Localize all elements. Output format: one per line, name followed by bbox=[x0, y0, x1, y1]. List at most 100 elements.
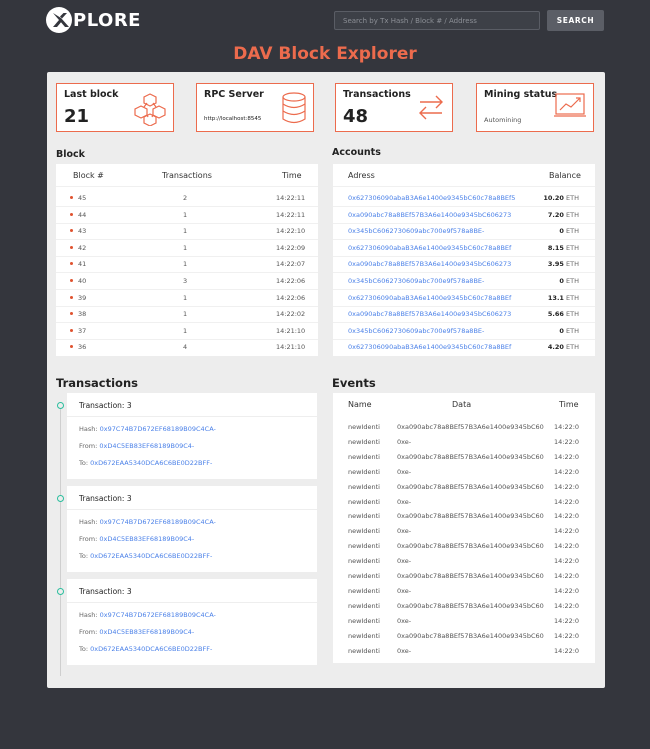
block-number: 36 bbox=[78, 343, 87, 352]
event-data-link[interactable]: 0xa090abc78a8BEf57B3A6e1400e9345bC60 bbox=[397, 483, 549, 491]
table-row[interactable]: 44 1 14:22:11 bbox=[56, 207, 318, 224]
event-data-link[interactable]: 0xa090abc78a8BEf57B3A6e1400e9345bC60 bbox=[397, 453, 549, 461]
tx-hash-line: Hash: 0x97C74B7D672EF68189B09C4CA- bbox=[79, 611, 216, 619]
table-row[interactable]: newIdenti 0xa090abc78a8BEf57B3A6e1400e934… bbox=[333, 629, 595, 643]
event-time: 14:22:0 bbox=[554, 423, 580, 431]
balance-value: 8.15 bbox=[547, 243, 564, 252]
balance-value: 7.20 bbox=[547, 210, 564, 219]
table-row[interactable]: 0x627306090abaB3A6e1400e9345bC60c78a8BEf… bbox=[333, 290, 595, 307]
account-address-link[interactable]: 0x627306090abaB3A6e1400e9345bC60c78a8BEf bbox=[348, 343, 536, 351]
account-address-link[interactable]: 0xa090abc78a8BEf57B3A6e1400e9345bC606273 bbox=[348, 211, 536, 219]
table-row[interactable]: newIdenti 0xe- 14:22:0 bbox=[333, 465, 595, 479]
table-row[interactable]: 45 2 14:22:11 bbox=[56, 190, 318, 207]
balance-unit: ETH bbox=[566, 243, 579, 252]
transactions-section-title: Transactions bbox=[56, 376, 138, 390]
xplore-logo[interactable]: PLORE bbox=[46, 7, 141, 33]
transaction-card[interactable]: Transaction: 3 Hash: 0x97C74B7D672EF68189… bbox=[67, 579, 317, 665]
timeline-line bbox=[60, 406, 61, 676]
event-data-link[interactable]: 0xe- bbox=[397, 617, 549, 625]
account-address-link[interactable]: 0x627306090abaB3A6e1400e9345bC60c78a8BEf bbox=[348, 244, 536, 252]
block-tx-count: 1 bbox=[183, 243, 188, 252]
table-row[interactable]: 43 1 14:22:10 bbox=[56, 223, 318, 241]
table-row[interactable]: 38 1 14:22:02 bbox=[56, 306, 318, 324]
event-data-link[interactable]: 0xe- bbox=[397, 438, 549, 446]
account-address-link[interactable]: 0x345bC6062730609abc700e9f578a8BE- bbox=[348, 327, 536, 335]
tx-to-link[interactable]: 0xD672EAA5340DCA6C6BE0D22BFF- bbox=[90, 552, 212, 560]
event-data-link[interactable]: 0xe- bbox=[397, 468, 549, 476]
block-time: 14:21:10 bbox=[276, 326, 306, 335]
event-data-link[interactable]: 0xe- bbox=[397, 647, 549, 655]
tx-from-link[interactable]: 0xD4C5EB83EF68189B09C4- bbox=[99, 628, 194, 636]
table-row[interactable]: 42 1 14:22:09 bbox=[56, 240, 318, 257]
table-row[interactable]: newIdenti 0xe- 14:22:0 bbox=[333, 614, 595, 628]
tx-to-link[interactable]: 0xD672EAA5340DCA6C6BE0D22BFF- bbox=[90, 645, 212, 653]
table-row[interactable]: newIdenti 0xa090abc78a8BEf57B3A6e1400e934… bbox=[333, 539, 595, 553]
table-row[interactable]: 0x345bC6062730609abc700e9f578a8BE- 0 ETH bbox=[333, 323, 595, 340]
table-row[interactable]: 0xa090abc78a8BEf57B3A6e1400e9345bC606273… bbox=[333, 207, 595, 224]
status-dot bbox=[70, 212, 73, 216]
event-data-link[interactable]: 0xa090abc78a8BEf57B3A6e1400e9345bC60 bbox=[397, 512, 549, 520]
event-time: 14:22:0 bbox=[554, 437, 580, 446]
tx-hash-link[interactable]: 0x97C74B7D672EF68189B09C4CA- bbox=[100, 425, 216, 433]
table-row[interactable]: newIdenti 0xe- 14:22:0 bbox=[333, 644, 595, 658]
table-row[interactable]: 0xa090abc78a8BEf57B3A6e1400e9345bC606273… bbox=[333, 256, 595, 274]
event-name: newIdenti bbox=[348, 527, 380, 536]
account-address-link[interactable]: 0xa090abc78a8BEf57B3A6e1400e9345bC606273 bbox=[348, 310, 536, 318]
table-row[interactable]: newIdenti 0xe- 14:22:0 bbox=[333, 554, 595, 568]
tx-to-label: To: bbox=[79, 552, 89, 560]
table-row[interactable]: 36 4 14:21:10 bbox=[56, 339, 318, 355]
table-row[interactable]: 41 1 14:22:07 bbox=[56, 256, 318, 274]
account-balance: 0 ETH bbox=[559, 227, 579, 235]
transaction-card[interactable]: Transaction: 3 Hash: 0x97C74B7D672EF68189… bbox=[67, 486, 317, 572]
event-data-link[interactable]: 0xa090abc78a8BEf57B3A6e1400e9345bC60 bbox=[397, 632, 549, 640]
table-row[interactable]: 0x627306090abaB3A6e1400e9345bC60c78a8BEf… bbox=[333, 190, 595, 207]
table-row[interactable]: newIdenti 0xa090abc78a8BEf57B3A6e1400e934… bbox=[333, 480, 595, 494]
table-row[interactable]: 0xa090abc78a8BEf57B3A6e1400e9345bC606273… bbox=[333, 306, 595, 324]
event-data-link[interactable]: 0xe- bbox=[397, 498, 549, 506]
block-time: 14:22:02 bbox=[276, 310, 306, 319]
tx-hash-link[interactable]: 0x97C74B7D672EF68189B09C4CA- bbox=[100, 611, 216, 619]
search-input[interactable] bbox=[334, 11, 540, 30]
table-row[interactable]: 0x627306090abaB3A6e1400e9345bC60c78a8BEf… bbox=[333, 339, 595, 355]
event-data-link[interactable]: 0xa090abc78a8BEf57B3A6e1400e9345bC60 bbox=[397, 602, 549, 610]
account-address-link[interactable]: 0x345bC6062730609abc700e9f578a8BE- bbox=[348, 227, 536, 235]
table-row[interactable]: newIdenti 0xa090abc78a8BEf57B3A6e1400e934… bbox=[333, 420, 595, 434]
table-row[interactable]: newIdenti 0xa090abc78a8BEf57B3A6e1400e934… bbox=[333, 509, 595, 523]
main-panel: Last block 21 RPC Server http://localhos… bbox=[47, 72, 605, 688]
event-data-link[interactable]: 0xe- bbox=[397, 557, 549, 565]
tx-from-link[interactable]: 0xD4C5EB83EF68189B09C4- bbox=[99, 442, 194, 450]
event-data-link[interactable]: 0xe- bbox=[397, 527, 549, 535]
account-address-link[interactable]: 0xa090abc78a8BEf57B3A6e1400e9345bC606273 bbox=[348, 260, 536, 268]
search-button[interactable]: SEARCH bbox=[547, 10, 604, 31]
tx-to-link[interactable]: 0xD672EAA5340DCA6C6BE0D22BFF- bbox=[90, 459, 212, 467]
account-address-link[interactable]: 0x627306090abaB3A6e1400e9345bC60c78a8BEf bbox=[348, 294, 536, 302]
event-data-link[interactable]: 0xa090abc78a8BEf57B3A6e1400e9345bC60 bbox=[397, 423, 549, 431]
transaction-card[interactable]: Transaction: 3 Hash: 0x97C74B7D672EF68189… bbox=[67, 393, 317, 479]
event-time: 14:22:0 bbox=[554, 497, 580, 506]
table-row[interactable]: newIdenti 0xe- 14:22:0 bbox=[333, 524, 595, 538]
table-row[interactable]: newIdenti 0xa090abc78a8BEf57B3A6e1400e934… bbox=[333, 569, 595, 583]
event-time: 14:22:0 bbox=[554, 542, 580, 551]
table-row[interactable]: 39 1 14:22:06 bbox=[56, 290, 318, 307]
table-row[interactable]: 0x345bC6062730609abc700e9f578a8BE- 0 ETH bbox=[333, 273, 595, 290]
table-row[interactable]: newIdenti 0xe- 14:22:0 bbox=[333, 584, 595, 598]
account-address-link[interactable]: 0x345bC6062730609abc700e9f578a8BE- bbox=[348, 277, 536, 285]
tx-hash-link[interactable]: 0x97C74B7D672EF68189B09C4CA- bbox=[100, 518, 216, 526]
table-row[interactable]: 0x345bC6062730609abc700e9f578a8BE- 0 ETH bbox=[333, 223, 595, 241]
event-data-link[interactable]: 0xe- bbox=[397, 587, 549, 595]
tx-from-link[interactable]: 0xD4C5EB83EF68189B09C4- bbox=[99, 535, 194, 543]
event-time: 14:22:0 bbox=[554, 646, 580, 655]
page-title: DAV Block Explorer bbox=[233, 44, 417, 64]
table-row[interactable]: 37 1 14:21:10 bbox=[56, 323, 318, 340]
accounts-table: Adress Balance 0x627306090abaB3A6e1400e9… bbox=[333, 164, 595, 356]
table-row[interactable]: 0x627306090abaB3A6e1400e9345bC60c78a8BEf… bbox=[333, 240, 595, 257]
table-row[interactable]: newIdenti 0xa090abc78a8BEf57B3A6e1400e934… bbox=[333, 450, 595, 464]
account-address-link[interactable]: 0x627306090abaB3A6e1400e9345bC60c78a8BEf… bbox=[348, 194, 536, 202]
table-row[interactable]: 40 3 14:22:06 bbox=[56, 273, 318, 290]
event-data-link[interactable]: 0xa090abc78a8BEf57B3A6e1400e9345bC60 bbox=[397, 542, 549, 550]
table-row[interactable]: newIdenti 0xe- 14:22:0 bbox=[333, 435, 595, 449]
event-data-link[interactable]: 0xa090abc78a8BEf57B3A6e1400e9345bC60 bbox=[397, 572, 549, 580]
event-time: 14:22:0 bbox=[554, 601, 580, 610]
table-row[interactable]: newIdenti 0xe- 14:22:0 bbox=[333, 495, 595, 509]
table-row[interactable]: newIdenti 0xa090abc78a8BEf57B3A6e1400e934… bbox=[333, 599, 595, 613]
